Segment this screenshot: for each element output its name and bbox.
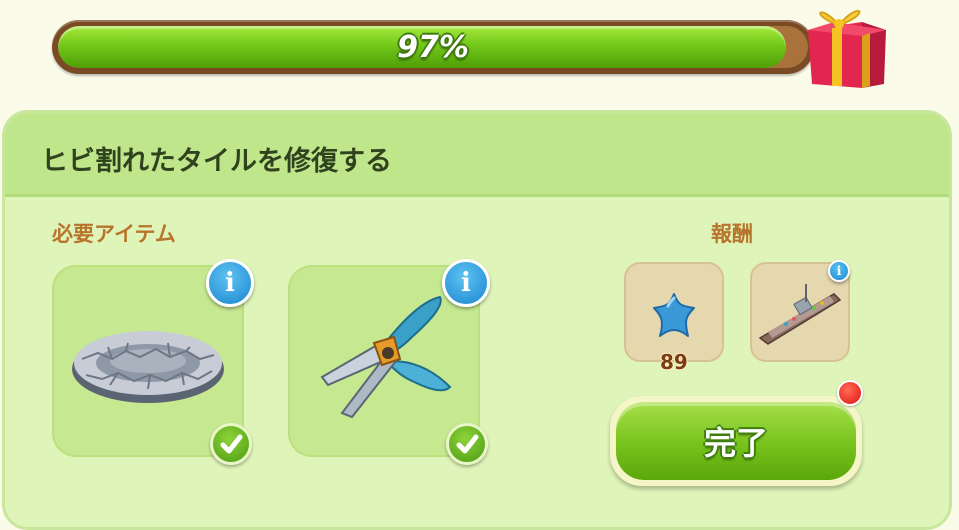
reward-ship[interactable]: i xyxy=(750,260,850,362)
complete-button-face: 完了 xyxy=(616,402,856,480)
info-button[interactable]: i xyxy=(206,259,254,307)
reward-label: 報酬 xyxy=(711,222,753,246)
complete-button-label: 完了 xyxy=(703,424,768,462)
required-items-label: 必要アイテム xyxy=(52,222,176,246)
reward-count: 89 xyxy=(660,350,688,374)
ship-icon xyxy=(758,284,842,345)
task-title: ヒビ割れたタイルを修復する xyxy=(41,146,392,177)
required-item-pruning-shears[interactable]: i xyxy=(288,259,490,465)
reward-stars[interactable]: 89 xyxy=(624,262,724,374)
cracked-stone-tile-icon xyxy=(72,331,224,403)
gift-box-icon[interactable] xyxy=(800,0,892,92)
complete-button[interactable]: 完了 xyxy=(610,396,862,486)
progress-bar: 97% xyxy=(52,20,814,74)
blue-star-icon xyxy=(653,293,695,337)
info-button[interactable]: i xyxy=(828,260,850,282)
pruning-shears-icon xyxy=(320,295,452,419)
panel-header: ヒビ割れたタイルを修復する xyxy=(5,113,949,197)
progress-label: 97% xyxy=(397,29,469,65)
checkmark-icon xyxy=(210,423,252,465)
info-button[interactable]: i xyxy=(442,259,490,307)
notification-dot-icon xyxy=(837,380,863,406)
required-item-cracked-tile[interactable]: i xyxy=(52,259,254,465)
progress-track-inner: 97% xyxy=(58,26,808,68)
checkmark-icon xyxy=(446,423,488,465)
